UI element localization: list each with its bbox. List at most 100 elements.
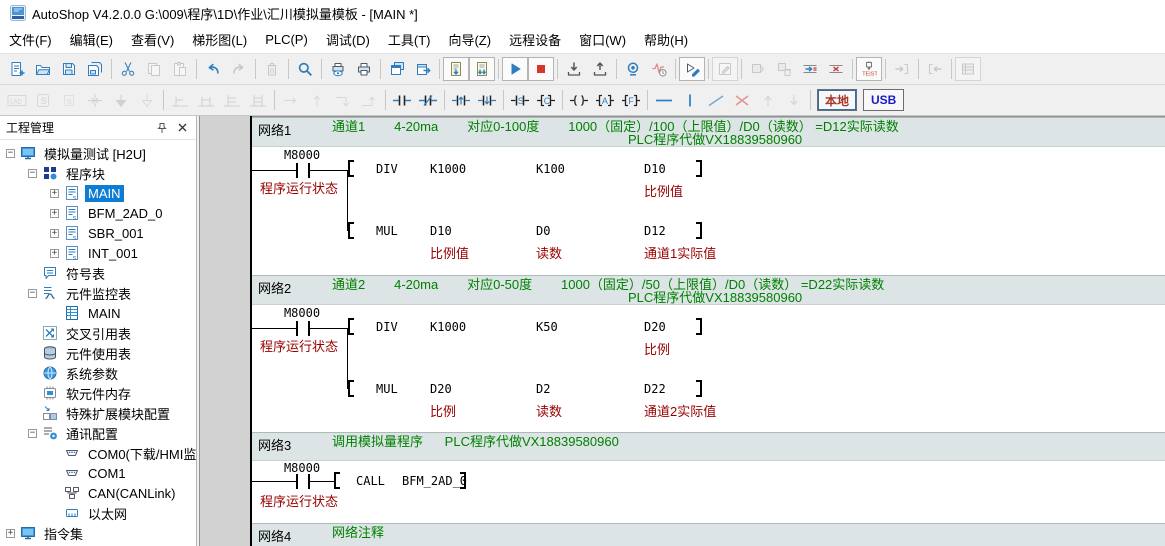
stop-button[interactable] xyxy=(528,57,554,81)
delete-x-button[interactable] xyxy=(729,88,755,112)
network-2-header[interactable]: 网络2通道2 4-20ma 对应0-50度 1000（固定）/50（上限值）/D… xyxy=(252,275,1165,305)
opcode[interactable]: MUL xyxy=(376,382,398,396)
collapse-icon[interactable]: − xyxy=(28,169,37,178)
step-rung-2-button[interactable] xyxy=(193,88,219,112)
network-1-header[interactable]: 网络1通道1 4-20ma 对应0-100度 1000（固定）/100（上限值）… xyxy=(252,117,1165,147)
tree-item-project-root[interactable]: −模拟量测试 [H2U] xyxy=(0,143,196,163)
find-button[interactable] xyxy=(292,57,318,81)
instruction-div[interactable]: DIVK1000K100D10比例值 xyxy=(252,162,1165,200)
step-into-button[interactable] xyxy=(889,57,915,81)
print-button[interactable] xyxy=(351,57,377,81)
new-project-button[interactable] xyxy=(4,57,30,81)
func-a-button[interactable]: A xyxy=(592,88,618,112)
menu-5[interactable]: PLC(P) xyxy=(256,27,317,52)
down-arrow-filled-button[interactable] xyxy=(108,88,134,112)
compile-button[interactable] xyxy=(443,57,469,81)
sfc-step-small-button[interactable]: S xyxy=(56,88,82,112)
pin-icon[interactable] xyxy=(154,121,170,135)
tree-item-system-parameters[interactable]: 系统参数 xyxy=(0,363,196,383)
monitor-button[interactable] xyxy=(620,57,646,81)
step-rung-3-button[interactable] xyxy=(219,88,245,112)
cut-button[interactable] xyxy=(115,57,141,81)
network-3-header[interactable]: 网络3调用模拟量程序 PLC程序代做VX18839580960 xyxy=(252,432,1165,461)
trace-button[interactable] xyxy=(646,57,672,81)
menu-9[interactable]: 远程设备 xyxy=(500,25,570,54)
expand-icon[interactable]: + xyxy=(50,209,59,218)
tree-item-com1[interactable]: COM1 xyxy=(0,463,196,483)
instruction-call[interactable]: CALLBFM_2AD_0 xyxy=(252,474,1165,512)
menu-3[interactable]: 查看(V) xyxy=(122,25,183,54)
tree-item-com0[interactable]: COM0(下载/HMI监 xyxy=(0,443,196,463)
operand[interactable]: K1000 xyxy=(430,162,466,176)
local-button[interactable]: 本地 xyxy=(817,89,857,111)
paste-button[interactable] xyxy=(167,57,193,81)
tree-item-cross-reference-table[interactable]: 交叉引用表 xyxy=(0,323,196,343)
operand[interactable]: D20 xyxy=(430,382,452,396)
arrow-up-button[interactable] xyxy=(304,88,330,112)
contact-open-button[interactable] xyxy=(389,88,415,112)
menu-8[interactable]: 向导(Z) xyxy=(439,25,500,54)
instruction-div[interactable]: DIVK1000K50D20比例 xyxy=(252,320,1165,358)
compile-all-button[interactable] xyxy=(469,57,495,81)
arrow-down-2-button[interactable] xyxy=(781,88,807,112)
insert-row-button[interactable] xyxy=(797,57,823,81)
line-delete-button[interactable] xyxy=(703,88,729,112)
vertical-line-button[interactable] xyxy=(677,88,703,112)
download-program-button[interactable] xyxy=(561,57,587,81)
delete-row-button[interactable] xyxy=(823,57,849,81)
operand[interactable]: K100 xyxy=(536,162,565,176)
close-icon[interactable] xyxy=(174,121,190,135)
menu-10[interactable]: 窗口(W) xyxy=(570,25,635,54)
corner-up-button[interactable] xyxy=(356,88,382,112)
contact-closed-button[interactable] xyxy=(415,88,441,112)
save-all-button[interactable] xyxy=(82,57,108,81)
expand-icon[interactable]: + xyxy=(50,249,59,258)
tree-item-ethernet[interactable]: 以太网 xyxy=(0,503,196,523)
coil-button[interactable] xyxy=(566,88,592,112)
print-preview-button[interactable] xyxy=(325,57,351,81)
expand-icon[interactable]: + xyxy=(6,529,15,538)
tree-item-program-int-001[interactable]: +sINT_001 xyxy=(0,243,196,263)
sfc-step-button[interactable]: S xyxy=(30,88,56,112)
coil-c-button[interactable]: C xyxy=(533,88,559,112)
expand-icon[interactable]: + xyxy=(50,229,59,238)
corner-down-button[interactable] xyxy=(330,88,356,112)
tree-item-program-sbr-001[interactable]: +sSBR_001 xyxy=(0,223,196,243)
contact-falling-button[interactable] xyxy=(474,88,500,112)
instruction-mul[interactable]: MULD10比例值D0读数D12通道1实际值 xyxy=(252,224,1165,262)
arrange-windows-button[interactable] xyxy=(410,57,436,81)
operand[interactable]: D22 xyxy=(644,382,666,396)
down-arrow-outline-button[interactable] xyxy=(134,88,160,112)
tree-item-instruction-set[interactable]: +指令集 xyxy=(0,523,196,543)
instruction-mul[interactable]: MULD20比例D2读数D22通道2实际值 xyxy=(252,382,1165,420)
menu-6[interactable]: 调试(D) xyxy=(317,25,379,54)
copy-button[interactable] xyxy=(141,57,167,81)
edit-monitor-button[interactable] xyxy=(712,57,738,81)
convert-delete-button[interactable] xyxy=(771,57,797,81)
arrow-up-2-button[interactable] xyxy=(755,88,781,112)
tree-item-symbol-table[interactable]: 符号表 xyxy=(0,263,196,283)
redo-button[interactable] xyxy=(226,57,252,81)
convert-button[interactable] xyxy=(745,57,771,81)
delete-button[interactable] xyxy=(259,57,285,81)
undo-button[interactable] xyxy=(200,57,226,81)
operand[interactable]: K50 xyxy=(536,320,558,334)
menu-1[interactable]: 文件(F) xyxy=(0,25,61,54)
opcode[interactable]: DIV xyxy=(376,320,398,334)
cascade-windows-button[interactable] xyxy=(384,57,410,81)
expand-icon[interactable]: + xyxy=(50,189,59,198)
opcode[interactable]: MUL xyxy=(376,224,398,238)
operand[interactable]: D0 xyxy=(536,224,550,238)
memory-view-button[interactable] xyxy=(955,57,981,81)
tree-item-special-module-config[interactable]: 特殊扩展模块配置 xyxy=(0,403,196,423)
contact-rising-button[interactable] xyxy=(448,88,474,112)
menu-2[interactable]: 编辑(E) xyxy=(61,25,122,54)
operand[interactable]: D12 xyxy=(644,224,666,238)
operand[interactable]: D10 xyxy=(644,162,666,176)
operand[interactable]: D20 xyxy=(644,320,666,334)
func-f-button[interactable]: F xyxy=(618,88,644,112)
open-project-button[interactable] xyxy=(30,57,56,81)
menu-7[interactable]: 工具(T) xyxy=(379,25,440,54)
opcode[interactable]: CALL xyxy=(356,474,385,488)
tree-item-monitor-table-main[interactable]: MAIN xyxy=(0,303,196,323)
